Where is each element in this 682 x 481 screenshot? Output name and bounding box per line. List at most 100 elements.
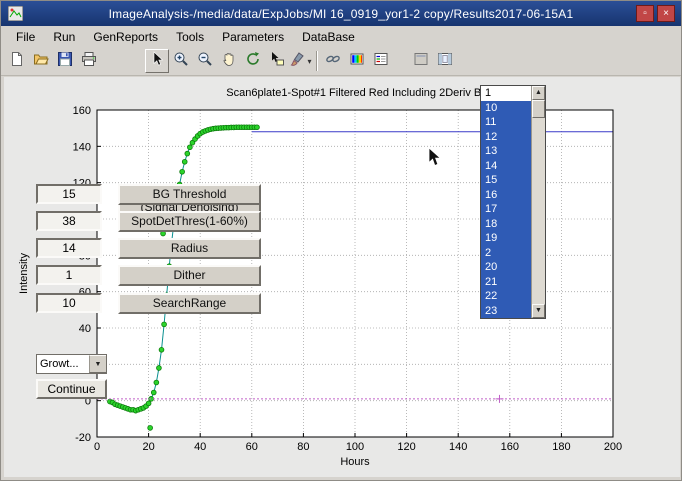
open-folder-icon <box>33 51 49 72</box>
pan-button[interactable] <box>217 49 241 73</box>
param-input-spotdetthres-1-60[interactable] <box>36 211 102 231</box>
app-icon <box>8 6 23 21</box>
svg-text:180: 180 <box>552 441 570 453</box>
insert-legend-icon <box>373 51 389 72</box>
zoom-in-icon <box>173 51 189 72</box>
param-label-radius[interactable]: Radius <box>118 238 261 259</box>
menu-parameters[interactable]: Parameters <box>213 28 293 46</box>
close-button[interactable]: × <box>657 5 675 22</box>
zoom-out-icon <box>197 51 213 72</box>
list-item-2[interactable]: 2 <box>481 246 531 261</box>
menu-run[interactable]: Run <box>44 28 84 46</box>
growth-dropdown[interactable]: Growt... ▼ <box>36 354 107 374</box>
param-input-bg-threshold[interactable] <box>36 184 102 204</box>
menu-database[interactable]: DataBase <box>293 28 364 46</box>
svg-text:120: 120 <box>397 441 415 453</box>
list-item-18[interactable]: 18 <box>481 217 531 232</box>
menu-tools[interactable]: Tools <box>167 28 213 46</box>
close-icon: × <box>663 8 669 19</box>
pointer-icon <box>149 51 165 72</box>
show-plot-tools-button[interactable] <box>433 49 457 73</box>
plot-title: Scan6plate1-Spot#1 Filtered Red Includin… <box>226 87 483 99</box>
insert-legend-button[interactable] <box>369 49 393 73</box>
svg-text:-20: -20 <box>75 432 91 444</box>
param-input-radius[interactable] <box>36 238 102 258</box>
toolbar-separator <box>316 51 318 71</box>
list-item-20[interactable]: 20 <box>481 260 531 275</box>
param-label-searchrange[interactable]: SearchRange <box>118 293 261 314</box>
dropdown-caret-icon: ▾ <box>307 57 311 66</box>
brush-button[interactable]: ▾ <box>289 49 313 73</box>
list-item-13[interactable]: 13 <box>481 144 531 159</box>
list-item-21[interactable]: 21 <box>481 275 531 290</box>
list-item-22[interactable]: 22 <box>481 289 531 304</box>
param-label-dither[interactable]: Dither <box>118 265 261 286</box>
value-list-popup: 110111213141516171819220212223 ▲ ▼ <box>480 85 546 319</box>
print-button[interactable] <box>77 49 101 73</box>
value-list: 110111213141516171819220212223 <box>481 86 531 318</box>
svg-text:60: 60 <box>246 441 258 453</box>
data-cursor-button[interactable] <box>265 49 289 73</box>
scrollbar-up-icon[interactable]: ▲ <box>532 86 545 100</box>
menu-genreports[interactable]: GenReports <box>84 28 167 46</box>
list-item-14[interactable]: 14 <box>481 159 531 174</box>
list-item-17[interactable]: 17 <box>481 202 531 217</box>
list-item-19[interactable]: 19 <box>481 231 531 246</box>
chevron-down-icon[interactable]: ▼ <box>89 355 106 373</box>
svg-text:200: 200 <box>604 441 622 453</box>
list-item-10[interactable]: 10 <box>481 101 531 116</box>
rotate-3d-icon <box>245 51 261 72</box>
svg-text:140: 140 <box>73 141 91 153</box>
param-input-searchrange[interactable] <box>36 293 102 313</box>
hide-plot-tools-icon <box>413 51 429 72</box>
list-item-23[interactable]: 23 <box>481 304 531 319</box>
list-item-11[interactable]: 11 <box>481 115 531 130</box>
save-icon <box>57 51 73 72</box>
scrollbar-track[interactable] <box>532 118 545 304</box>
plot-axes[interactable]: 020406080100120140160180200-200204060801… <box>1 76 682 478</box>
menubar: FileRunGenReportsToolsParametersDataBase <box>1 26 681 47</box>
continue-button[interactable]: Continue <box>36 379 107 399</box>
list-item-15[interactable]: 15 <box>481 173 531 188</box>
list-item-16[interactable]: 16 <box>481 188 531 203</box>
param-input-dither[interactable] <box>36 265 102 285</box>
rotate-3d-button[interactable] <box>241 49 265 73</box>
svg-text:160: 160 <box>501 441 519 453</box>
save-button[interactable] <box>53 49 77 73</box>
svg-text:40: 40 <box>194 441 206 453</box>
hide-plot-tools-button[interactable] <box>409 49 433 73</box>
scrollbar[interactable]: ▲ ▼ <box>531 86 545 318</box>
print-icon <box>81 51 97 72</box>
link-plot-button[interactable] <box>321 49 345 73</box>
titlebar[interactable]: ImageAnalysis-/media/data/ExpJobs/MI 16_… <box>1 1 681 26</box>
show-plot-tools-icon <box>437 51 453 72</box>
list-item-12[interactable]: 12 <box>481 130 531 145</box>
scrollbar-down-icon[interactable]: ▼ <box>532 304 545 318</box>
insert-colorbar-button[interactable] <box>345 49 369 73</box>
new-document-icon <box>9 51 25 72</box>
x-axis-label: Hours <box>340 456 370 468</box>
data-cursor-icon <box>269 51 285 72</box>
insert-colorbar-icon <box>349 51 365 72</box>
pan-icon <box>221 51 237 72</box>
minimize-button[interactable]: ▫ <box>636 5 654 22</box>
list-item-1[interactable]: 1 <box>481 86 531 101</box>
open-folder-button[interactable] <box>29 49 53 73</box>
new-document-button[interactable] <box>5 49 29 73</box>
minimize-icon: ▫ <box>643 8 647 19</box>
menu-file[interactable]: File <box>7 28 44 46</box>
mouse-cursor-icon <box>428 147 442 173</box>
toolbar: ▾ <box>1 47 681 76</box>
growth-dropdown-value: Growt... <box>37 355 89 373</box>
zoom-in-button[interactable] <box>169 49 193 73</box>
toolbar-separator <box>393 61 409 62</box>
toolbar-separator <box>101 61 145 62</box>
param-label-bg-threshold[interactable]: BG Threshold <box>118 184 261 205</box>
param-label-spotdetthres-1-60[interactable]: SpotDetThres(1-60%) <box>118 211 261 232</box>
svg-text:100: 100 <box>346 441 364 453</box>
pointer-button[interactable] <box>145 49 169 73</box>
brush-icon <box>290 51 306 72</box>
scrollbar-thumb[interactable] <box>532 100 545 118</box>
svg-text:40: 40 <box>79 323 91 335</box>
zoom-out-button[interactable] <box>193 49 217 73</box>
